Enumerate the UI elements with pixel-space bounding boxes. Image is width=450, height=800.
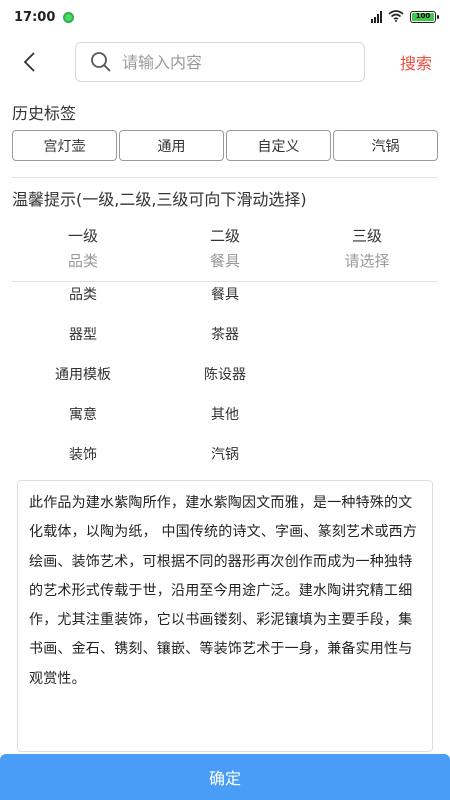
header: 搜索 [0,40,450,84]
history-tag[interactable]: 宫灯壶 [12,130,117,161]
confirm-button[interactable]: 确定 [0,754,450,800]
divider [12,281,438,282]
level2-list[interactable]: 餐具 茶器 陈设器 其他 汽锅 [154,284,296,484]
search-input[interactable] [122,52,342,72]
level-column[interactable]: 二级 餐具 [154,224,296,274]
history-tag[interactable]: 通用 [119,130,224,161]
notification-dot-icon [63,11,75,23]
level1-list[interactable]: 品类 器型 通用模板 寓意 装饰 [12,284,154,484]
level-head: 一级 [67,227,98,245]
list-item[interactable]: 汽锅 [154,444,296,484]
status-icons: 100 [371,9,439,25]
search-button[interactable]: 搜索 [400,50,432,74]
battery-icon: 100 [410,11,439,23]
status-bar: 17:00 100 [0,0,450,34]
tip-text: 温馨提示(一级,二级,三级可向下滑动选择) [12,190,307,209]
list-item[interactable]: 装饰 [12,444,154,484]
list-item[interactable]: 陈设器 [154,364,296,404]
search-icon [91,52,111,72]
status-time: 17:00 [14,9,56,25]
level-column[interactable]: 一级 品类 [12,224,154,274]
description-textarea[interactable]: 此作品为建水紫陶所作，建水紫陶因文而雅，是一种特殊的文化载体，以陶为纸， 中国传… [17,480,433,752]
history-title: 历史标签 [12,104,77,123]
chevron-left-icon [23,52,35,72]
list-item[interactable]: 寓意 [12,404,154,444]
level-selected: 餐具 [209,252,240,270]
level-lists: 品类 器型 通用模板 寓意 装饰 餐具 茶器 陈设器 其他 汽锅 [12,284,438,484]
level-head: 三级 [351,227,382,245]
history-tag[interactable]: 自定义 [226,130,331,161]
list-item[interactable]: 器型 [12,324,154,364]
back-button[interactable] [0,40,60,84]
level3-list[interactable] [296,284,438,484]
level-head: 二级 [209,227,240,245]
level-header: 一级 品类 二级 餐具 三级 请选择 [12,224,438,274]
level-selected: 品类 [67,252,98,270]
history-tag[interactable]: 汽锅 [333,130,438,161]
level-column[interactable]: 三级 请选择 [296,224,438,274]
history-tags: 宫灯壶 通用 自定义 汽锅 [12,130,438,161]
level-selected: 请选择 [344,252,390,270]
wifi-icon [388,9,404,25]
divider [12,177,438,178]
list-item[interactable]: 其他 [154,404,296,444]
list-item[interactable]: 茶器 [154,324,296,364]
list-item[interactable]: 通用模板 [12,364,154,404]
list-item[interactable]: 品类 [12,284,154,324]
battery-level: 100 [412,13,434,21]
list-item[interactable]: 餐具 [154,284,296,324]
search-box[interactable] [75,42,365,82]
signal-icon [371,11,382,23]
